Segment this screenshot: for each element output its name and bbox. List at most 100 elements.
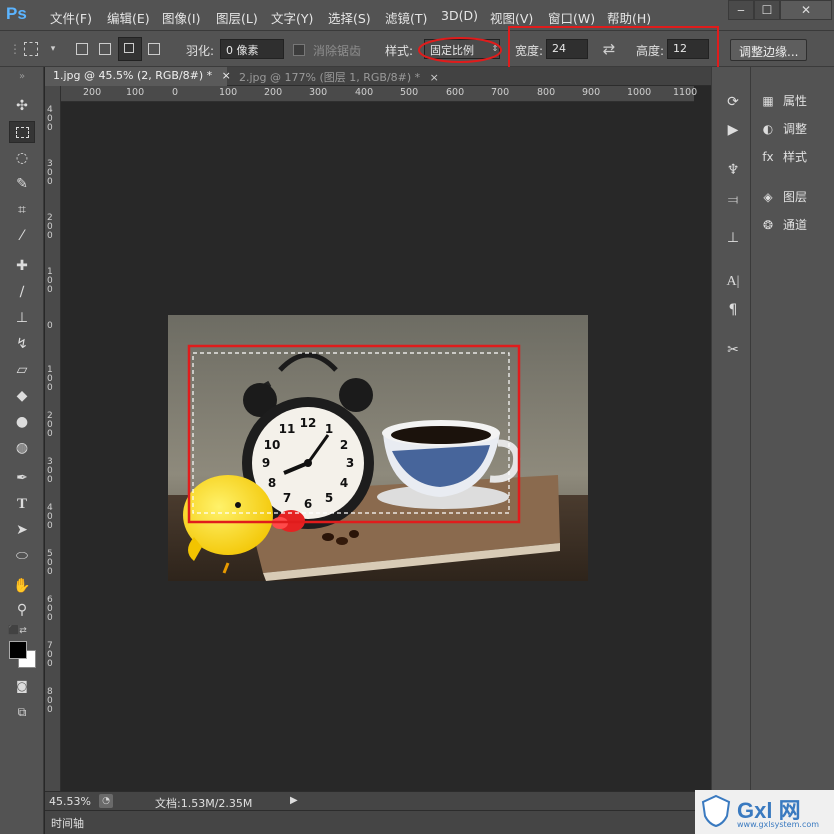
tab-doc-1-close-icon[interactable]: × bbox=[222, 69, 231, 82]
menu-window[interactable]: 窗口(W) bbox=[548, 8, 595, 27]
timeline-tab[interactable]: 时间轴 bbox=[51, 815, 84, 831]
shape-tool-icon[interactable]: ⬭ bbox=[9, 545, 35, 567]
blur-tool-icon[interactable]: ● bbox=[9, 411, 35, 433]
vruler-tick: 300 bbox=[47, 159, 53, 187]
hand-tool-icon[interactable]: ✋ bbox=[9, 575, 35, 597]
panel-properties[interactable]: ▦ 属性 bbox=[759, 92, 831, 114]
maximize-button[interactable]: ☐ bbox=[754, 0, 780, 20]
type-tool-icon[interactable]: T bbox=[9, 493, 35, 515]
intersect-selection-icon[interactable] bbox=[148, 43, 160, 55]
refine-edge-button[interactable]: 调整边缘... bbox=[730, 39, 808, 61]
history-panel-icon[interactable]: ⟳ bbox=[722, 91, 744, 113]
tab-doc-2-close-icon[interactable]: × bbox=[430, 71, 439, 84]
eraser-tool-icon[interactable]: ▱ bbox=[9, 359, 35, 381]
menu-select[interactable]: 选择(S) bbox=[328, 8, 371, 27]
tab-doc-1-label: 1.jpg @ 45.5% (2, RGB/8#) * bbox=[53, 69, 213, 82]
subtract-selection-icon[interactable] bbox=[118, 37, 142, 61]
hruler-tick: 100 bbox=[219, 87, 238, 98]
channels-icon: ❂ bbox=[762, 218, 774, 232]
lasso-tool-icon[interactable]: ◌ bbox=[9, 147, 35, 169]
clock-numeral: 9 bbox=[262, 456, 270, 470]
menu-help[interactable]: 帮助(H) bbox=[607, 8, 651, 27]
antialias-checkbox[interactable] bbox=[293, 44, 305, 56]
menu-view[interactable]: 视图(V) bbox=[490, 8, 533, 27]
path-select-tool-icon[interactable]: ➤ bbox=[9, 519, 35, 541]
history-brush-tool-icon[interactable]: ↯ bbox=[9, 333, 35, 355]
foreground-color-swatch[interactable] bbox=[9, 641, 27, 659]
new-selection-icon[interactable] bbox=[76, 43, 88, 55]
panels-dock: ▦ 属性 ◐ 调整 fx 样式 ◈ 图层 ❂ 通道 bbox=[751, 67, 834, 834]
rect-marquee-preset-icon[interactable] bbox=[24, 42, 38, 56]
clock-numeral: 5 bbox=[325, 491, 333, 505]
adjustments-icon: ◐ bbox=[762, 122, 774, 136]
doc-size: 文档:1.53M/2.35M bbox=[155, 797, 253, 810]
eyedropper-tool-icon[interactable]: ⁄ bbox=[9, 225, 35, 247]
toolbar-collapse-icon[interactable]: » bbox=[9, 71, 35, 83]
tools-panel: » ✣ ◌ ✎ ⌗ ⁄ ✚ ∕ ⊥ ↯ ▱ ◆ ● ◍ ✒ T ➤ ⬭ ✋ ⚲ … bbox=[0, 67, 44, 834]
pen-tool-icon[interactable]: ✒ bbox=[9, 467, 35, 489]
vruler-tick: 200 bbox=[47, 213, 53, 241]
vruler-tick: 0 bbox=[47, 321, 53, 331]
feather-input[interactable]: 0 像素 bbox=[220, 39, 284, 59]
hruler-tick: 900 bbox=[582, 87, 601, 98]
clone-stamp-tool-icon[interactable]: ⊥ bbox=[9, 307, 35, 329]
tool-presets-icon[interactable]: ✂ bbox=[722, 339, 744, 361]
clock-numeral: 4 bbox=[340, 476, 348, 490]
add-selection-icon[interactable] bbox=[99, 43, 111, 55]
close-button[interactable]: ✕ bbox=[780, 0, 832, 20]
menu-edit[interactable]: 编辑(E) bbox=[107, 8, 150, 27]
menu-file[interactable]: 文件(F) bbox=[50, 8, 92, 27]
site-watermark: Gxl 网 www.gxlsystem.com bbox=[695, 790, 834, 834]
quick-mask-icon[interactable]: ◙ bbox=[9, 675, 35, 697]
actions-panel-icon[interactable]: ▶ bbox=[722, 119, 744, 141]
panel-adjustments-label: 调整 bbox=[783, 122, 808, 136]
tab-doc-1[interactable]: 1.jpg @ 45.5% (2, RGB/8#) * × bbox=[45, 67, 231, 86]
dodge-tool-icon[interactable]: ◍ bbox=[9, 437, 35, 459]
status-menu-arrow-icon[interactable]: ▶ bbox=[290, 795, 298, 806]
document-image[interactable]: 12 1 2 3 4 5 6 7 8 9 10 11 bbox=[168, 315, 588, 581]
panel-adjustments[interactable]: ◐ 调整 bbox=[759, 120, 831, 142]
character-panel-icon[interactable]: A| bbox=[722, 271, 744, 293]
vruler-tick: 200 bbox=[47, 411, 53, 439]
panel-layers[interactable]: ◈ 图层 bbox=[759, 188, 831, 210]
crop-tool-icon[interactable]: ⌗ bbox=[9, 199, 35, 221]
style-label: 样式: bbox=[385, 44, 414, 58]
canvas-area[interactable]: 12 1 2 3 4 5 6 7 8 9 10 11 bbox=[61, 102, 694, 791]
zoom-level[interactable]: 45.53% bbox=[49, 795, 91, 808]
status-info-icon[interactable]: ◔ bbox=[99, 794, 113, 808]
quick-select-tool-icon[interactable]: ✎ bbox=[9, 173, 35, 195]
vruler-tick: 400 bbox=[47, 503, 53, 531]
menu-layer[interactable]: 图层(L) bbox=[216, 8, 258, 27]
tab-doc-2[interactable]: 2.jpg @ 177% (图层 1, RGB/8#) * × bbox=[231, 67, 441, 86]
size-highlight-box bbox=[508, 26, 719, 71]
styles-icon: fx bbox=[762, 150, 774, 164]
paint-bucket-tool-icon[interactable]: ◆ bbox=[9, 385, 35, 407]
brush-tool-icon[interactable]: ∕ bbox=[9, 281, 35, 303]
status-bar: 45.53% ◔ 文档:1.53M/2.35M ▶ bbox=[45, 791, 711, 810]
feather-label: 羽化: bbox=[186, 44, 215, 58]
panel-styles[interactable]: fx 样式 bbox=[759, 148, 831, 170]
minimize-button[interactable]: ‒ bbox=[728, 0, 754, 20]
default-colors-icon[interactable]: ⬛⇄ bbox=[8, 626, 27, 636]
zoom-tool-icon[interactable]: ⚲ bbox=[9, 599, 35, 621]
clock-numeral: 1 bbox=[325, 422, 333, 436]
healing-brush-tool-icon[interactable]: ✚ bbox=[9, 255, 35, 277]
panel-channels[interactable]: ❂ 通道 bbox=[759, 216, 831, 238]
brush-presets-icon[interactable]: ♆ bbox=[722, 159, 744, 181]
menu-filter[interactable]: 滤镜(T) bbox=[385, 8, 427, 27]
move-tool-icon[interactable]: ✣ bbox=[9, 95, 35, 117]
clone-source-icon[interactable]: ⊥ bbox=[722, 227, 744, 249]
photoshop-logo: Ps bbox=[6, 4, 27, 23]
brush-settings-icon[interactable]: ⫤ bbox=[722, 189, 744, 211]
menu-image[interactable]: 图像(I) bbox=[162, 8, 200, 27]
vertical-ruler: 400 300 200 100 0 100 200 300 400 500 60… bbox=[45, 86, 61, 791]
screen-mode-icon[interactable]: ⧉ bbox=[9, 701, 35, 723]
hruler-tick: 500 bbox=[400, 87, 419, 98]
document-tabs: 1.jpg @ 45.5% (2, RGB/8#) * × 2.jpg @ 17… bbox=[45, 67, 711, 86]
menu-3d[interactable]: 3D(D) bbox=[441, 8, 478, 23]
preset-dropdown-icon[interactable]: ▾ bbox=[44, 40, 62, 58]
paragraph-panel-icon[interactable]: ¶ bbox=[722, 299, 744, 321]
rect-marquee-tool-icon[interactable] bbox=[9, 121, 35, 143]
menu-type[interactable]: 文字(Y) bbox=[271, 8, 313, 27]
vruler-tick: 700 bbox=[47, 641, 53, 669]
